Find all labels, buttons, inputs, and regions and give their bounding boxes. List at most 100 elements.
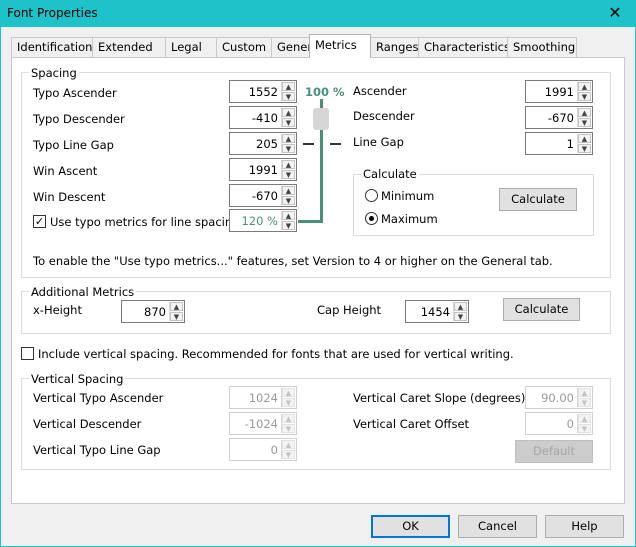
typo-ascender-label: Typo Ascender	[33, 86, 117, 100]
spin-down-icon[interactable]: ▼	[454, 312, 467, 321]
ascender-spinner[interactable]: 1991 ▲ ▼	[525, 80, 593, 103]
spin-down-icon[interactable]: ▼	[578, 118, 591, 127]
cap-height-value: 1454	[420, 305, 450, 319]
spin-up-icon[interactable]: ▲	[282, 388, 295, 397]
spin-down-icon[interactable]: ▼	[282, 92, 295, 101]
win-descent-spinner[interactable]: -670 ▲ ▼	[229, 184, 297, 207]
win-descent-value: -670	[251, 189, 278, 203]
vertical-typo-line-gap-spinner[interactable]: 0 ▲ ▼	[229, 438, 297, 461]
spin-up-icon[interactable]: ▲	[282, 440, 295, 449]
tab-legal[interactable]: Legal	[165, 37, 217, 57]
spin-up-icon[interactable]: ▲	[454, 302, 467, 311]
default-button[interactable]: Default	[515, 440, 593, 463]
spin-down-icon[interactable]: ▼	[578, 424, 591, 433]
metric-slider-thumb[interactable]	[313, 108, 329, 130]
spin-up-icon[interactable]: ▲	[578, 414, 591, 423]
spin-down-icon[interactable]: ▼	[282, 118, 295, 127]
spin-up-icon[interactable]: ▲	[578, 134, 591, 143]
spin-up-icon[interactable]: ▲	[282, 186, 295, 195]
spin-up-icon[interactable]: ▲	[282, 160, 295, 169]
win-descent-label: Win Descent	[33, 190, 106, 204]
cancel-button[interactable]: Cancel	[458, 515, 537, 538]
help-button[interactable]: Help	[545, 515, 624, 538]
include-vertical-checkbox[interactable]	[21, 347, 34, 360]
calculate-spacing-button[interactable]: Calculate	[499, 188, 577, 211]
spin-down-icon[interactable]: ▼	[282, 170, 295, 179]
vertical-typo-line-gap-value: 0	[270, 443, 278, 457]
spin-down-icon[interactable]: ▼	[282, 398, 295, 407]
vertical-caret-offset-spinner[interactable]: 0 ▲ ▼	[525, 412, 593, 435]
use-typo-label: Use typo metrics for line spacing	[50, 215, 240, 229]
tab-extended[interactable]: Extended	[92, 37, 166, 57]
tab-characteristics[interactable]: Characteristics	[418, 37, 510, 57]
cap-height-spinner[interactable]: 1454 ▲ ▼	[405, 300, 469, 323]
include-vertical-label: Include vertical spacing. Recommended fo…	[38, 347, 514, 361]
tab-ranges[interactable]: Ranges	[370, 37, 419, 57]
spin-up-icon[interactable]: ▲	[282, 134, 295, 143]
spin-up-icon[interactable]: ▲	[282, 82, 295, 91]
spin-up-icon[interactable]: ▲	[282, 108, 295, 117]
tab-metrics[interactable]: Metrics	[309, 34, 371, 58]
spacing-group-title: Spacing	[29, 66, 79, 80]
spin-down-icon[interactable]: ▼	[282, 144, 295, 153]
maximum-radio[interactable]	[365, 212, 378, 225]
typo-descender-value: -410	[251, 111, 278, 125]
spin-down-icon[interactable]: ▼	[170, 312, 183, 321]
spin-up-icon[interactable]: ▲	[170, 302, 183, 311]
spin-down-icon[interactable]: ▼	[282, 450, 295, 459]
scale-percent-label: 100 %	[305, 85, 345, 99]
minimum-radio[interactable]	[365, 189, 378, 202]
line-gap-tick-right	[330, 143, 341, 145]
spin-up-icon[interactable]: ▲	[578, 108, 591, 117]
title-bar: Font Properties ✕	[0, 0, 636, 27]
line-gap-label: Line Gap	[353, 135, 404, 149]
typo-descender-label: Typo Descender	[33, 112, 125, 126]
use-typo-percent-spinner[interactable]: 120 % ▲ ▼	[229, 209, 297, 232]
typo-line-gap-spinner[interactable]: 205 ▲ ▼	[229, 132, 297, 155]
tab-custom[interactable]: Custom	[216, 37, 272, 57]
win-ascent-label: Win Ascent	[33, 164, 98, 178]
descender-label: Descender	[353, 109, 415, 123]
ok-button[interactable]: OK	[371, 515, 450, 538]
typo-line-gap-value: 205	[256, 137, 278, 151]
typo-descender-spinner[interactable]: -410 ▲ ▼	[229, 106, 297, 129]
tab-smoothing[interactable]: Smoothing	[507, 37, 577, 57]
spin-down-icon[interactable]: ▼	[578, 92, 591, 101]
typo-ascender-value: 1552	[248, 85, 278, 99]
vertical-caret-slope-value: 90.00	[541, 391, 574, 405]
minimum-label: Minimum	[381, 189, 435, 203]
typo-ascender-spinner[interactable]: 1552 ▲ ▼	[229, 80, 297, 103]
spin-down-icon[interactable]: ▼	[282, 424, 295, 433]
descender-spinner[interactable]: -670 ▲ ▼	[525, 106, 593, 129]
typo-line-gap-label: Typo Line Gap	[33, 138, 114, 152]
win-ascent-spinner[interactable]: 1991 ▲ ▼	[229, 158, 297, 181]
line-gap-spinner[interactable]: 1 ▲ ▼	[525, 132, 593, 155]
spin-up-icon[interactable]: ▲	[578, 82, 591, 91]
use-typo-percent-value: 120 %	[241, 214, 278, 228]
spin-down-icon[interactable]: ▼	[282, 221, 295, 230]
close-icon[interactable]: ✕	[600, 1, 630, 25]
x-height-spinner[interactable]: 870 ▲ ▼	[121, 300, 185, 323]
spin-up-icon[interactable]: ▲	[282, 211, 295, 220]
vertical-caret-slope-spinner[interactable]: 90.00 ▲ ▼	[525, 386, 593, 409]
use-typo-checkbox[interactable]: ✓	[33, 215, 46, 228]
maximum-label: Maximum	[381, 212, 438, 226]
vertical-typo-line-gap-label: Vertical Typo Line Gap	[33, 443, 161, 457]
cap-height-label: Cap Height	[317, 303, 382, 317]
vertical-typo-ascender-spinner[interactable]: 1024 ▲ ▼	[229, 386, 297, 409]
use-typo-connector	[298, 220, 323, 223]
spin-up-icon[interactable]: ▲	[578, 388, 591, 397]
descender-value: -670	[547, 111, 574, 125]
spin-down-icon[interactable]: ▼	[578, 398, 591, 407]
window-title: Font Properties	[7, 6, 98, 20]
tab-identification[interactable]: Identification	[11, 37, 93, 57]
spin-down-icon[interactable]: ▼	[578, 144, 591, 153]
vertical-descender-spinner[interactable]: -1024 ▲ ▼	[229, 412, 297, 435]
spin-up-icon[interactable]: ▲	[282, 414, 295, 423]
vertical-typo-ascender-value: 1024	[248, 391, 278, 405]
x-height-value: 870	[144, 305, 166, 319]
x-height-label: x-Height	[33, 303, 82, 317]
spin-down-icon[interactable]: ▼	[282, 196, 295, 205]
vertical-descender-label: Vertical Descender	[33, 417, 142, 431]
calculate-additional-button[interactable]: Calculate	[503, 298, 580, 321]
